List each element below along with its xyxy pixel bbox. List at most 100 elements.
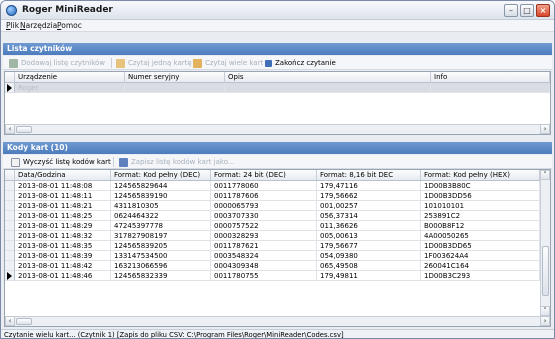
- code-24bit-dec-cell[interactable]: 0011780755: [211, 271, 317, 281]
- minimize-button[interactable]: –: [504, 4, 518, 17]
- scroll-thumb[interactable]: [16, 318, 32, 325]
- column-header[interactable]: Opis: [225, 72, 431, 83]
- date-time-cell[interactable]: 2013-08-01 11:48:25: [15, 211, 111, 221]
- full-code-dec-cell[interactable]: 163213066596: [111, 261, 211, 271]
- code-8-16bit-dec-cell[interactable]: 054,09380: [317, 251, 421, 261]
- date-time-cell[interactable]: 2013-08-01 11:48:35: [15, 241, 111, 251]
- code-8-16bit-dec-cell[interactable]: 179,49811: [317, 271, 421, 281]
- reader-serial-cell[interactable]: [125, 83, 225, 93]
- menu-file[interactable]: Plik: [6, 21, 19, 30]
- column-header[interactable]: Format: Kod pełny (HEX): [421, 170, 540, 181]
- row-indicator: [5, 191, 15, 201]
- date-time-cell[interactable]: 2013-08-01 11:48:39: [15, 251, 111, 261]
- full-code-hex-cell[interactable]: 4A00050265: [421, 231, 540, 241]
- full-code-hex-cell[interactable]: 101010101: [421, 201, 540, 211]
- scroll-down-button[interactable]: ˅: [540, 306, 550, 316]
- full-code-hex-cell[interactable]: 253891C2: [421, 211, 540, 221]
- date-time-cell[interactable]: 2013-08-01 11:48:11: [15, 191, 111, 201]
- full-code-hex-cell[interactable]: 1D00B3C293: [421, 271, 540, 281]
- code-8-16bit-dec-cell[interactable]: 179,56662: [317, 191, 421, 201]
- full-code-dec-cell[interactable]: 124565839190: [111, 191, 211, 201]
- scroll-up-button[interactable]: ˄: [540, 170, 550, 180]
- code-24bit-dec-cell[interactable]: 0000328293: [211, 231, 317, 241]
- date-time-cell[interactable]: 2013-08-01 11:48:08: [15, 181, 111, 191]
- read-many-cards-button[interactable]: Czytaj wiele kart: [193, 58, 263, 68]
- chevron-up-icon: ˄: [543, 171, 547, 179]
- code-24bit-dec-cell[interactable]: 0011787621: [211, 241, 317, 251]
- save-card-list-label: Zapisz listę kodów kart jako...: [131, 158, 235, 166]
- scroll-right-button[interactable]: ›: [540, 316, 550, 326]
- maximize-button[interactable]: □: [520, 4, 534, 17]
- code-8-16bit-dec-cell[interactable]: 179,47116: [317, 181, 421, 191]
- cards-vertical-scrollbar[interactable]: ˄ ˅: [540, 170, 550, 316]
- scroll-left-button[interactable]: ‹: [5, 316, 15, 326]
- column-header[interactable]: Urządzenie: [15, 72, 125, 83]
- full-code-hex-cell[interactable]: 1D00B3DD65: [421, 241, 540, 251]
- scroll-thumb[interactable]: [16, 126, 32, 133]
- full-code-hex-cell[interactable]: B000B8F12: [421, 221, 540, 231]
- read-one-card-button[interactable]: Czytaj jedną kartę: [116, 58, 192, 68]
- readers-toolbar: Dodawaj listę czytników Czytaj jedną kar…: [3, 56, 552, 70]
- column-header[interactable]: Format: Kod pełny (DEC): [111, 170, 211, 181]
- close-button[interactable]: ×: [536, 4, 550, 17]
- column-header[interactable]: Format: 8,16 bit DEC: [317, 170, 421, 181]
- row-indicator: [5, 261, 15, 271]
- save-card-list-button[interactable]: Zapisz listę kodów kart jako...: [119, 157, 235, 167]
- code-8-16bit-dec-cell[interactable]: 179,56677: [317, 241, 421, 251]
- column-header[interactable]: Numer seryjny: [125, 72, 225, 83]
- add-readers-button[interactable]: Dodawaj listę czytników: [9, 58, 105, 68]
- column-header[interactable]: Info: [431, 72, 550, 83]
- code-8-16bit-dec-cell[interactable]: 065,49508: [317, 261, 421, 271]
- code-24bit-dec-cell[interactable]: 0003548324: [211, 251, 317, 261]
- full-code-dec-cell[interactable]: 47245397778: [111, 221, 211, 231]
- full-code-dec-cell[interactable]: 4311810305: [111, 201, 211, 211]
- reader-device-cell[interactable]: Roger: [15, 83, 125, 93]
- menu-help[interactable]: Pomoc: [57, 21, 82, 30]
- full-code-dec-cell[interactable]: 0624464322: [111, 211, 211, 221]
- scroll-right-button[interactable]: ›: [540, 124, 550, 134]
- date-time-cell[interactable]: 2013-08-01 11:48:42: [15, 261, 111, 271]
- code-24bit-dec-cell[interactable]: 0011778060: [211, 181, 317, 191]
- code-8-16bit-dec-cell[interactable]: 011,36626: [317, 221, 421, 231]
- date-time-cell[interactable]: 2013-08-01 11:48:46: [15, 271, 111, 281]
- full-code-dec-cell[interactable]: 317827908197: [111, 231, 211, 241]
- code-24bit-dec-cell[interactable]: 0011787606: [211, 191, 317, 201]
- code-24bit-dec-cell[interactable]: 0000757522: [211, 221, 317, 231]
- column-header[interactable]: Format: 24 bit (DEC): [211, 170, 317, 181]
- date-time-cell[interactable]: 2013-08-01 11:48:21: [15, 201, 111, 211]
- title-bar[interactable]: Roger MiniReader – □ ×: [1, 1, 554, 20]
- code-24bit-dec-cell[interactable]: 0003707330: [211, 211, 317, 221]
- full-code-hex-cell[interactable]: 260041C164: [421, 261, 540, 271]
- menu-tools[interactable]: Narzędzia: [20, 21, 57, 30]
- code-8-16bit-dec-cell[interactable]: 005,00613: [317, 231, 421, 241]
- readers-panel-header: Lista czytników: [3, 43, 552, 55]
- full-code-hex-cell[interactable]: 1F003624A4: [421, 251, 540, 261]
- column-header[interactable]: Data/Godzina: [15, 170, 111, 181]
- row-header-corner: [5, 170, 15, 181]
- cards-horizontal-scrollbar[interactable]: ‹ ›: [5, 316, 550, 326]
- stop-reading-button[interactable]: Zakończ czytanie: [265, 58, 336, 68]
- code-24bit-dec-cell[interactable]: 0004309348: [211, 261, 317, 271]
- date-time-cell[interactable]: 2013-08-01 11:48:32: [15, 231, 111, 241]
- readers-horizontal-scrollbar[interactable]: ‹ ›: [5, 124, 550, 134]
- code-24bit-dec-cell[interactable]: 0000065793: [211, 201, 317, 211]
- chevron-left-icon: ‹: [8, 125, 12, 133]
- full-code-dec-cell[interactable]: 124565839205: [111, 241, 211, 251]
- full-code-dec-cell[interactable]: 124565829644: [111, 181, 211, 191]
- read-one-card-label: Czytaj jedną kartę: [128, 59, 192, 67]
- clear-card-list-button[interactable]: Wyczyść listę kodów kart: [11, 157, 111, 167]
- full-code-hex-cell[interactable]: 1D00B3DD56: [421, 191, 540, 201]
- scroll-thumb[interactable]: [542, 246, 549, 296]
- code-8-16bit-dec-cell[interactable]: 001,00257: [317, 201, 421, 211]
- code-8-16bit-dec-cell[interactable]: 056,37314: [317, 211, 421, 221]
- cards-table: Data/Godzina Format: Kod pełny (DEC) For…: [4, 169, 551, 327]
- full-code-hex-cell[interactable]: 1D00B3B80C: [421, 181, 540, 191]
- clear-list-icon: [11, 157, 20, 167]
- row-indicator: [5, 251, 15, 261]
- date-time-cell[interactable]: 2013-08-01 11:48:29: [15, 221, 111, 231]
- full-code-dec-cell[interactable]: 124565832339: [111, 271, 211, 281]
- reader-description-cell[interactable]: [225, 83, 431, 93]
- scroll-left-button[interactable]: ‹: [5, 124, 15, 134]
- full-code-dec-cell[interactable]: 133147534500: [111, 251, 211, 261]
- reader-info-cell[interactable]: [431, 83, 550, 93]
